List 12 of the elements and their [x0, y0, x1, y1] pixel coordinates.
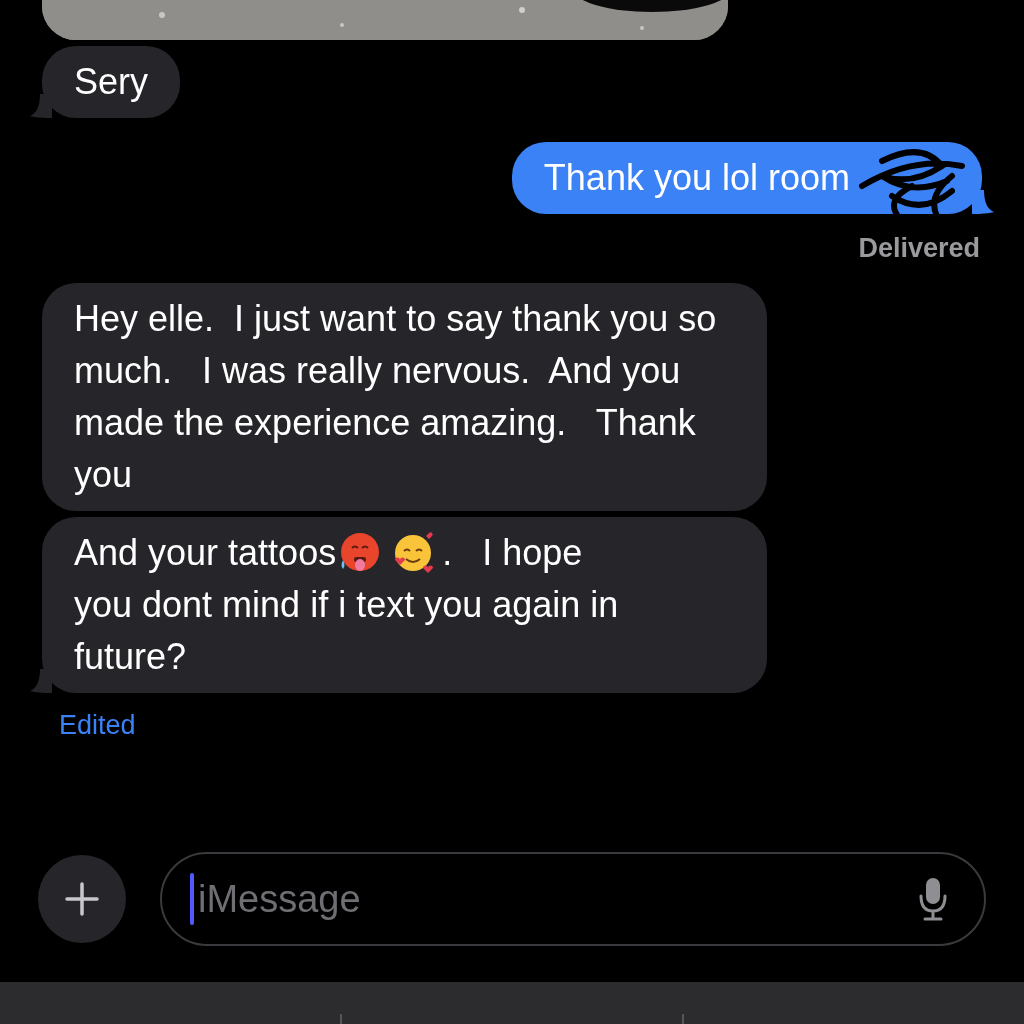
- plus-icon: [65, 882, 99, 916]
- message-text: And your tattoos: [74, 530, 337, 575]
- message-text: Hey elle. I just want to say thank you so much. I was really nervous. And you made the experience amazing. Thank you: [74, 296, 718, 497]
- delivered-status: Delivered: [858, 232, 980, 265]
- edited-label: Edited: [59, 709, 136, 740]
- message-input-field[interactable]: iMessage: [160, 852, 986, 946]
- message-text: . I hope: [442, 530, 583, 575]
- microphone-icon[interactable]: [918, 876, 948, 922]
- message-text: you dont mind if i text you again in future?: [74, 582, 620, 679]
- message-text: Sery: [74, 60, 149, 104]
- message-text: Thank you lol room: [543, 156, 850, 200]
- text-cursor: [190, 873, 194, 925]
